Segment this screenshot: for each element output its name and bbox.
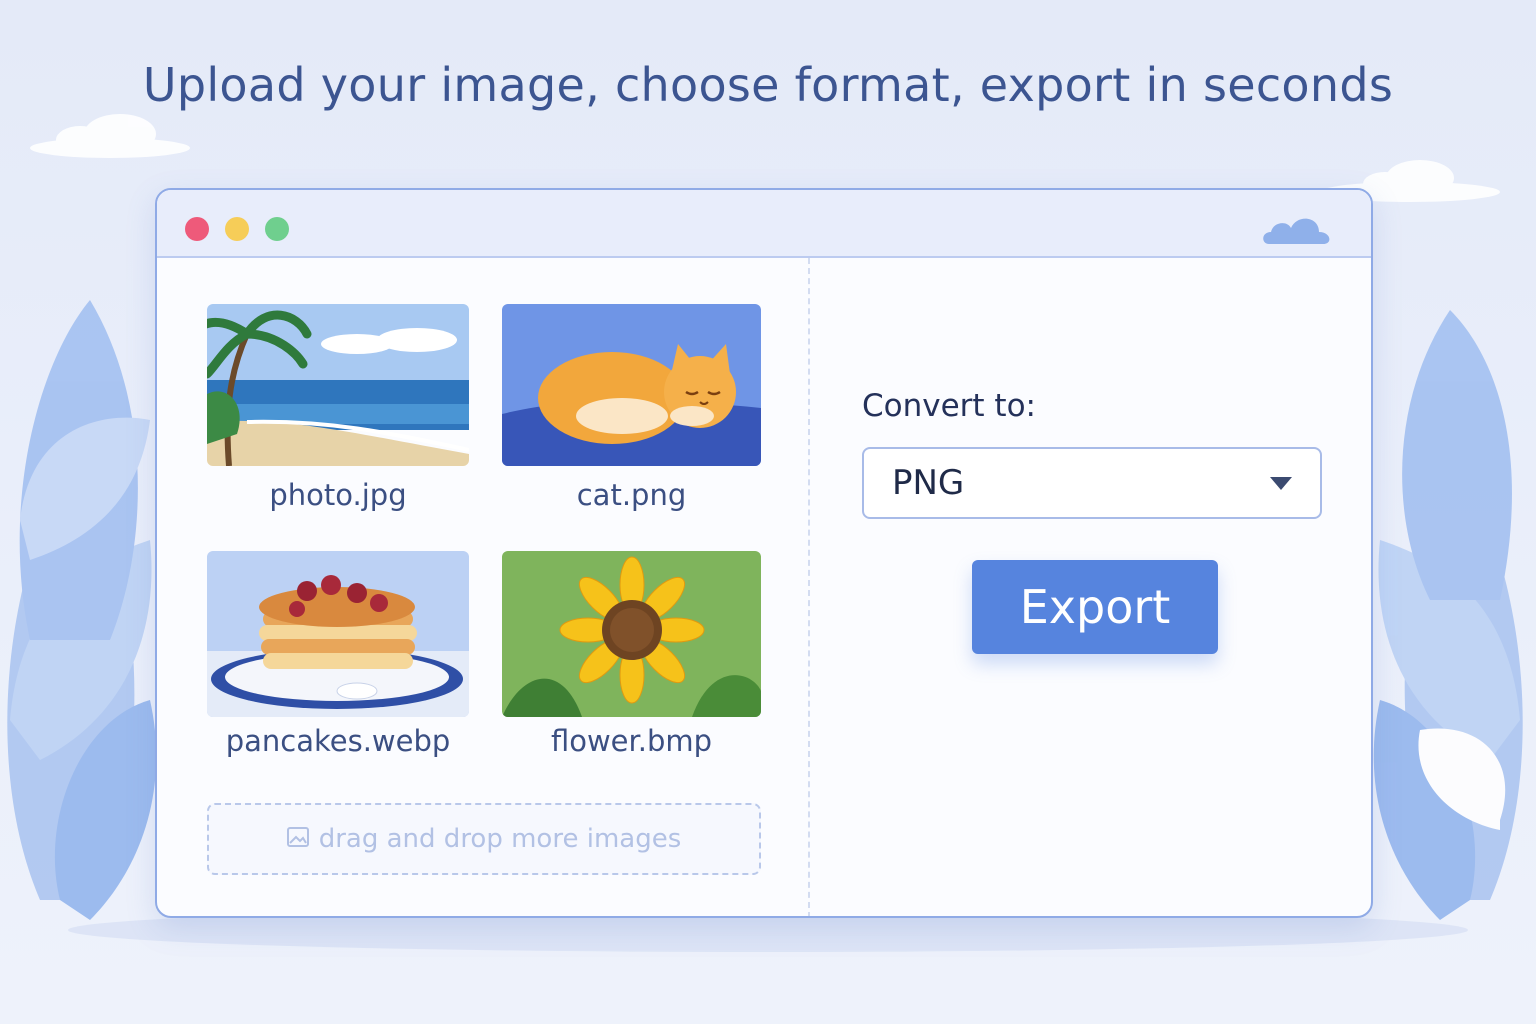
chevron-down-icon (1270, 477, 1292, 490)
cloud-icon (1263, 218, 1330, 244)
window-titlebar (157, 190, 1371, 258)
dropzone-label: drag and drop more images (318, 824, 682, 854)
file-thumbnail-photo[interactable] (207, 304, 469, 466)
convert-to-label: Convert to: (862, 388, 1036, 424)
cat-image (502, 304, 761, 466)
app-window: photo.jpg cat.png pancakes.webp flower.b… (155, 188, 1373, 918)
file-name-cat: cat.png (576, 478, 687, 512)
format-select-value: PNG (892, 463, 965, 503)
maximize-window-button[interactable] (265, 217, 289, 241)
sunflower-image (502, 551, 761, 717)
export-button[interactable]: Export (972, 560, 1218, 654)
page-headline: Upload your image, choose format, export… (142, 58, 1394, 112)
file-name-flower: flower.bmp (550, 724, 713, 758)
file-list-panel: photo.jpg cat.png pancakes.webp flower.b… (157, 258, 808, 916)
close-window-button[interactable] (185, 217, 209, 241)
image-icon (286, 824, 309, 854)
file-thumbnail-cat[interactable] (502, 304, 761, 466)
format-select[interactable]: PNG (862, 447, 1322, 519)
pancakes-image (207, 551, 469, 717)
beach-image (207, 304, 469, 466)
convert-panel: Convert to: PNG Export (810, 258, 1371, 916)
dropzone[interactable]: drag and drop more images (207, 803, 761, 875)
minimize-window-button[interactable] (225, 217, 249, 241)
file-name-photo: photo.jpg (269, 478, 407, 512)
file-thumbnail-pancakes[interactable] (207, 551, 469, 717)
file-name-pancakes: pancakes.webp (225, 724, 451, 758)
file-thumbnail-flower[interactable] (502, 551, 761, 717)
